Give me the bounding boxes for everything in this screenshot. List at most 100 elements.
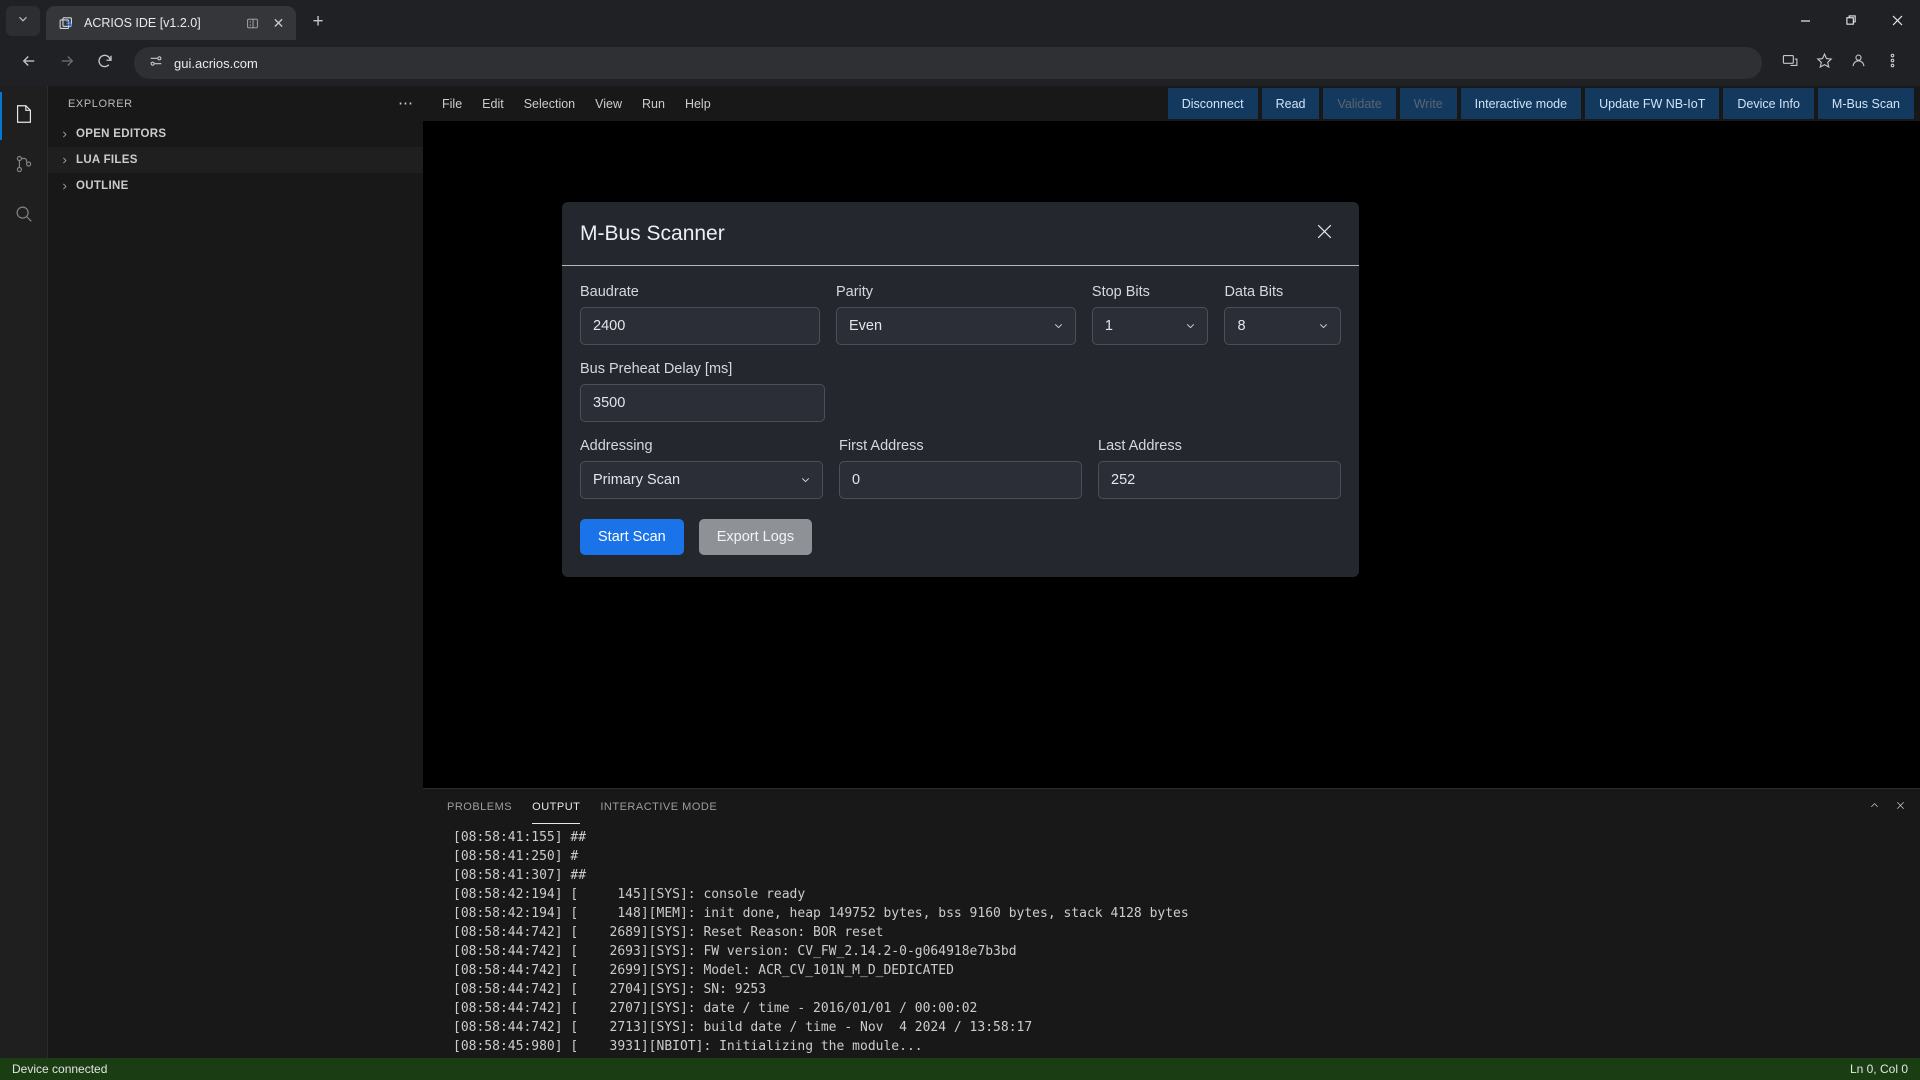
status-bar: Device connected Ln 0, Col 0 xyxy=(0,1058,1920,1080)
omnibox-actions xyxy=(1774,47,1908,79)
menu-run[interactable]: Run xyxy=(633,94,674,114)
last-address-label: Last Address xyxy=(1098,438,1341,454)
browser-tab[interactable]: ACRIOS IDE [v1.2.0] ✕ xyxy=(46,6,296,40)
serial-settings-row: Baudrate Parity Even Stop Bits xyxy=(580,284,1341,345)
update-fw-nbiot-button[interactable]: Update FW NB-IoT xyxy=(1585,88,1719,119)
output-console[interactable]: [08:58:41:155] ##[08:58:41:250] #[08:58:… xyxy=(423,824,1920,1058)
menu-help[interactable]: Help xyxy=(676,94,720,114)
dialog-header: M-Bus Scanner xyxy=(562,202,1359,266)
bookmark-button[interactable] xyxy=(1808,47,1840,79)
menu-view[interactable]: View xyxy=(586,94,631,114)
panel-close-button[interactable] xyxy=(1890,797,1910,817)
dialog-body: Baudrate Parity Even Stop Bits xyxy=(562,266,1359,577)
last-address-group: Last Address xyxy=(1098,438,1341,499)
activity-item-search[interactable] xyxy=(0,192,48,240)
device-info-button[interactable]: Device Info xyxy=(1723,88,1814,119)
tab-problems[interactable]: PROBLEMS xyxy=(437,789,522,824)
mbus-scan-button[interactable]: M-Bus Scan xyxy=(1818,88,1914,119)
window-close-icon xyxy=(1892,15,1903,26)
data-bits-select[interactable]: 8 xyxy=(1224,307,1341,345)
url-input[interactable]: gui.acrios.com xyxy=(134,47,1762,79)
source-control-icon xyxy=(13,153,35,180)
output-line: [08:58:41:250] # xyxy=(453,847,1920,866)
first-address-input[interactable] xyxy=(839,461,1082,499)
window-close-button[interactable] xyxy=(1874,0,1920,40)
sidebar-section-outline[interactable]: OUTLINE xyxy=(48,173,423,199)
tab-output[interactable]: OUTPUT xyxy=(522,789,590,824)
install-app-button[interactable] xyxy=(1774,47,1806,79)
export-logs-button[interactable]: Export Logs xyxy=(699,519,812,555)
status-cursor-position[interactable]: Ln 0, Col 0 xyxy=(1850,1062,1908,1076)
addressing-row: Addressing Primary Scan First Address xyxy=(580,438,1341,499)
output-line: [08:58:45:980] [ 3931][NBIOT]: Initializ… xyxy=(453,1037,1920,1056)
activity-item-explorer[interactable] xyxy=(0,92,48,140)
back-button[interactable] xyxy=(12,46,46,80)
reload-icon xyxy=(96,52,114,75)
baudrate-label: Baudrate xyxy=(580,284,820,300)
site-settings-icon[interactable] xyxy=(148,53,164,74)
interactive-mode-button[interactable]: Interactive mode xyxy=(1461,88,1581,119)
acrios-ide-app: EXPLORER ⋯ OPEN EDITORS LUA FILES OU xyxy=(0,86,1920,1080)
minimize-button[interactable] xyxy=(1782,0,1828,40)
validate-button: Validate xyxy=(1323,88,1395,119)
menu-selection[interactable]: Selection xyxy=(515,94,584,114)
first-address-label: First Address xyxy=(839,438,1082,454)
device-toolbar: Disconnect Read Validate Write Interacti… xyxy=(1168,86,1920,121)
menu-edit[interactable]: Edit xyxy=(473,94,513,114)
files-icon xyxy=(13,103,35,130)
output-line: [08:58:44:742] [ 2704][SYS]: SN: 9253 xyxy=(453,980,1920,999)
sidebar-title: EXPLORER xyxy=(68,98,133,110)
last-address-input[interactable] xyxy=(1098,461,1341,499)
browser-omnibox-bar: gui.acrios.com xyxy=(0,40,1920,86)
dialog-close-button[interactable] xyxy=(1307,217,1341,251)
ellipsis-icon[interactable]: ⋯ xyxy=(398,96,413,111)
output-line: [08:58:44:742] [ 2689][SYS]: Reset Reaso… xyxy=(453,923,1920,942)
browser-menu-button[interactable] xyxy=(1876,47,1908,79)
chevron-up-icon xyxy=(1869,798,1880,816)
tab-interactive-mode[interactable]: INTERACTIVE MODE xyxy=(590,789,727,824)
profile-button[interactable] xyxy=(1842,47,1874,79)
menu-file[interactable]: File xyxy=(433,94,471,114)
disconnect-button[interactable]: Disconnect xyxy=(1168,88,1258,119)
sidebar-section-lua-files[interactable]: LUA FILES xyxy=(48,147,423,173)
baudrate-group: Baudrate xyxy=(580,284,820,345)
explorer-sidebar: EXPLORER ⋯ OPEN EDITORS LUA FILES OU xyxy=(48,86,423,1058)
output-line: [08:58:44:742] [ 2693][SYS]: FW version:… xyxy=(453,942,1920,961)
minimize-icon xyxy=(1800,15,1811,26)
install-app-icon xyxy=(1782,52,1799,74)
first-address-group: First Address xyxy=(839,438,1082,499)
new-tab-button[interactable]: + xyxy=(304,8,332,36)
close-icon xyxy=(1895,798,1906,816)
panel-tab-bar: PROBLEMS OUTPUT INTERACTIVE MODE xyxy=(423,789,1920,824)
tab-search-button[interactable] xyxy=(6,6,40,36)
start-scan-button[interactable]: Start Scan xyxy=(580,519,684,555)
chevron-right-icon xyxy=(56,152,72,168)
stop-bits-select[interactable]: 1 xyxy=(1092,307,1209,345)
addressing-select[interactable]: Primary Scan xyxy=(580,461,823,499)
url-text: gui.acrios.com xyxy=(174,56,258,71)
stop-bits-select-wrap: 1 xyxy=(1092,307,1209,345)
sidebar-section-open-editors[interactable]: OPEN EDITORS xyxy=(48,121,423,147)
reload-button[interactable] xyxy=(88,46,122,80)
tab-split-icon[interactable] xyxy=(244,15,260,31)
addressing-select-wrap: Primary Scan xyxy=(580,461,823,499)
account-icon xyxy=(1850,52,1867,74)
menu-bar: File Edit Selection View Run Help Discon… xyxy=(423,86,1920,121)
browser-tab-title: ACRIOS IDE [v1.2.0] xyxy=(84,16,235,30)
baudrate-input[interactable] xyxy=(580,307,820,345)
bus-preheat-delay-group: Bus Preheat Delay [ms] xyxy=(580,361,825,422)
stop-bits-label: Stop Bits xyxy=(1092,284,1209,300)
forward-button[interactable] xyxy=(50,46,84,80)
sidebar-header: EXPLORER ⋯ xyxy=(48,86,423,121)
close-icon[interactable]: ✕ xyxy=(269,14,288,33)
parity-select-wrap: Even xyxy=(836,307,1076,345)
activity-item-source-control[interactable] xyxy=(0,142,48,190)
sidebar-section-label: OUTLINE xyxy=(76,180,129,192)
data-bits-group: Data Bits 8 xyxy=(1224,284,1341,345)
panel-collapse-button[interactable] xyxy=(1864,797,1884,817)
read-button[interactable]: Read xyxy=(1262,88,1320,119)
bus-preheat-delay-input[interactable] xyxy=(580,384,825,422)
search-icon xyxy=(13,203,35,230)
maximize-button[interactable] xyxy=(1828,0,1874,40)
parity-select[interactable]: Even xyxy=(836,307,1076,345)
